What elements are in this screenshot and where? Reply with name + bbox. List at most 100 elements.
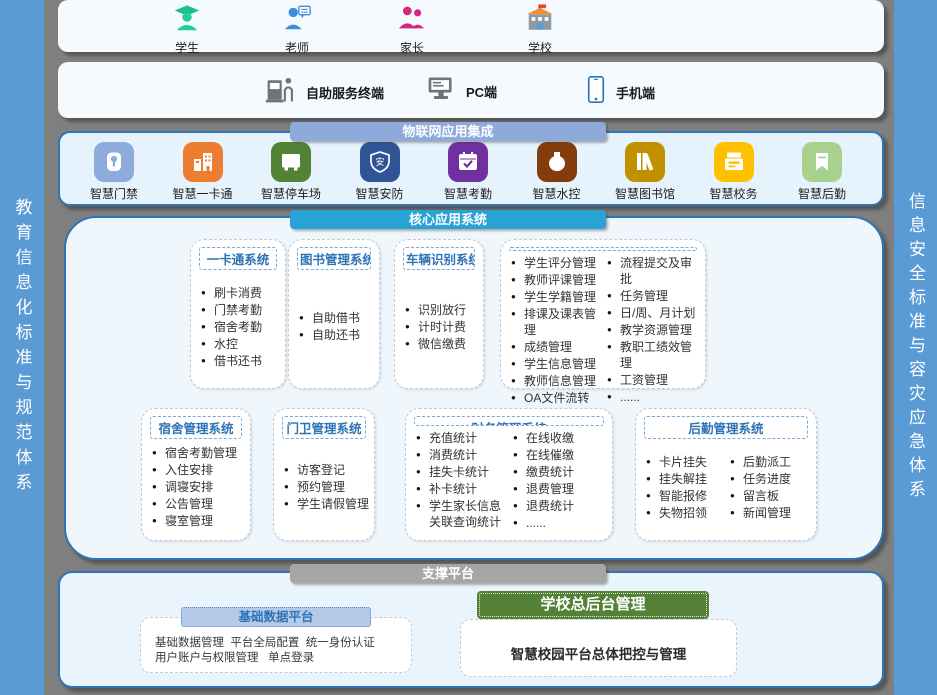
kiosk-icon [264, 75, 296, 110]
system-item-list: 宿舍考勤管理入住安排调寝安排公告管理寝室管理 [152, 444, 237, 530]
school-icon [524, 3, 556, 38]
list-item: 成绩管理 [511, 339, 605, 355]
user-group-teacher: 老师 [254, 3, 340, 56]
list-item: 水控 [201, 336, 262, 352]
desktop-icon [426, 75, 456, 107]
iot-item-logistics: 智慧后勤 [784, 142, 860, 204]
right-pillar-label: 信息安全标准与容灾应急体系 [903, 192, 928, 504]
list-item: 调寝安排 [152, 479, 237, 495]
system-item-list: 自助借书自助还书 [299, 309, 360, 344]
terminal-group-kiosk: 自助服务终端 [264, 75, 384, 110]
library-books-icon [625, 142, 665, 182]
list-item: 失物招领 [646, 505, 728, 521]
user-label: 家长 [400, 39, 424, 56]
list-item: 识别放行 [405, 302, 466, 318]
list-item: 缴费统计 [513, 464, 608, 480]
teacher-icon [282, 3, 312, 38]
terminal-group-mobile: 手机端 [586, 75, 655, 109]
security-shield-icon: 安 [360, 142, 400, 182]
system-card-title: 图书管理系统 [297, 247, 371, 270]
list-item: 挂失卡统计 [416, 464, 511, 480]
user-label: 学校 [528, 39, 552, 56]
list-item: 退费管理 [513, 481, 608, 497]
list-item: 入住安排 [152, 462, 237, 478]
list-item: 日/周、月计划 [607, 305, 701, 321]
user-group-school: 学校 [497, 3, 583, 56]
list-item: 教职工绩效管理 [607, 339, 701, 371]
system-item-list: 访客登记预约管理学生请假管理 [284, 461, 369, 513]
terminal-label: 自助服务终端 [306, 83, 384, 102]
list-item: 流程提交及审批 [607, 255, 701, 287]
system-card-title: 后勤管理系统 [644, 416, 808, 439]
list-item: 任务管理 [607, 288, 701, 304]
system-card-logistics: 后勤管理系统 卡片挂失挂失解挂智能报修失物招领 后勤派工任务进度留言板新闻管理 [635, 408, 817, 541]
system-item-list: 充值统计消费统计挂失卡统计补卡统计学生家长信息关联查询统计 [416, 429, 511, 532]
iot-item-parking: 智慧停车场 [253, 142, 329, 204]
list-item: 微信缴费 [405, 336, 466, 352]
iot-item-security: 安 智慧安防 [342, 142, 418, 204]
attendance-calendar-icon [448, 142, 488, 182]
list-item: 寝室管理 [152, 513, 237, 529]
iot-label: 智慧考勤 [444, 185, 492, 202]
list-item: 教师信息管理 [511, 373, 605, 389]
list-item: 在线收缴 [513, 430, 608, 446]
parking-icon [271, 142, 311, 182]
terminal-group-pc: PC端 [426, 75, 497, 107]
list-item: 智能报修 [646, 488, 728, 504]
system-card-dormitory: 宿舍管理系统 宿舍考勤管理入住安排调寝安排公告管理寝室管理 [141, 408, 251, 541]
list-item: 在线催缴 [513, 447, 608, 463]
iot-panel: 智慧门禁 智慧一卡通 [58, 131, 884, 206]
system-card-library: 图书管理系统 自助借书自助还书 [288, 239, 380, 389]
iot-label: 智慧停车场 [261, 185, 321, 202]
support-section-header: 支撑平台 [290, 564, 606, 583]
list-item: 学生评分管理 [511, 255, 605, 271]
list-item: 工资管理 [607, 372, 701, 388]
list-item: 宿舍考勤 [201, 319, 262, 335]
list-item: 借书还书 [201, 353, 262, 369]
list-item: 自助还书 [299, 327, 360, 343]
system-card-finance: 财务管理系统 充值统计消费统计挂失卡统计补卡统计学生家长信息关联查询统计 在线收… [405, 408, 613, 541]
core-panel: 一卡通系统 刷卡消费门禁考勤宿舍考勤水控借书还书 图书管理系统 自助借书自助还书… [64, 216, 884, 560]
system-card-title: 宿舍管理系统 [150, 416, 242, 439]
list-item: 自助借书 [299, 310, 360, 326]
list-item: 刷卡消费 [201, 285, 262, 301]
list-item: 学生请假管理 [284, 496, 369, 512]
system-card-gate-guard: 门卫管理系统 访客登记预约管理学生请假管理 [273, 408, 375, 541]
user-group-parents: 家长 [369, 3, 455, 56]
list-item: 退费统计 [513, 498, 608, 514]
list-item: 学生信息管理 [511, 356, 605, 372]
system-card-onecard: 一卡通系统 刷卡消费门禁考勤宿舍考勤水控借书还书 [190, 239, 286, 389]
user-label: 老师 [285, 39, 309, 56]
list-item: 教师评课管理 [511, 272, 605, 288]
terminal-label: PC端 [466, 82, 497, 101]
school-admin-card: 智慧校园平台总体把控与管理 [460, 619, 737, 677]
iot-label: 智慧水控 [532, 185, 580, 202]
iot-label: 智慧门禁 [90, 185, 138, 202]
base-platform-line1: 基础数据管理 平台全局配置 统一身份认证 [155, 636, 401, 651]
list-item: 预约管理 [284, 479, 369, 495]
iot-row: 智慧门禁 智慧一卡通 [60, 133, 882, 204]
user-label: 学生 [175, 39, 199, 56]
system-item-list: 在线收缴在线催缴缴费统计退费管理退费统计...... [513, 429, 608, 532]
users-panel: 学生 老师 家长 [58, 0, 884, 52]
door-access-icon [94, 142, 134, 182]
school-admin-body: 智慧校园平台总体把控与管理 [511, 643, 687, 663]
list-item: 门禁考勤 [201, 302, 262, 318]
iot-item-library: 智慧图书馆 [607, 142, 683, 204]
list-item: 补卡统计 [416, 481, 511, 497]
list-item: 消费统计 [416, 447, 511, 463]
base-platform-line2: 用户账户与权限管理 单点登录 [155, 651, 401, 666]
list-item: 卡片挂失 [646, 454, 728, 470]
iot-label: 智慧一卡通 [172, 185, 232, 202]
system-item-list: 学生评分管理教师评课管理学生学籍管理排课及课表管理成绩管理学生信息管理教师信息管… [511, 254, 605, 407]
list-item: ...... [513, 515, 608, 531]
logistics-bookmark-icon [802, 142, 842, 182]
core-section-header: 核心应用系统 [290, 210, 606, 229]
list-item: 任务进度 [730, 471, 812, 487]
user-group-student: 学生 [144, 3, 230, 56]
list-item: 新闻管理 [730, 505, 812, 521]
list-item: 挂失解挂 [646, 471, 728, 487]
iot-label: 智慧后勤 [798, 185, 846, 202]
list-item: 教学资源管理 [607, 322, 701, 338]
list-item: 学生学籍管理 [511, 289, 605, 305]
